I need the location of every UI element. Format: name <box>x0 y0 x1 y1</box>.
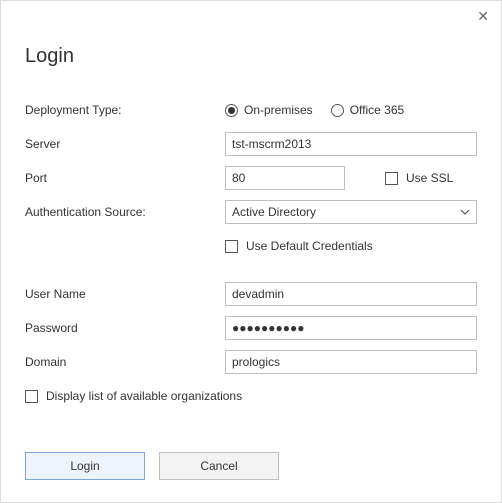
radio-icon <box>331 104 344 117</box>
cancel-button[interactable]: Cancel <box>159 452 279 480</box>
dialog-content: Login Deployment Type: On-premises Offic… <box>1 1 501 434</box>
label-port: Port <box>25 171 225 185</box>
radio-label: Office 365 <box>350 103 404 117</box>
checkbox-icon <box>25 390 38 403</box>
chevron-down-icon <box>460 209 470 215</box>
label-password: Password <box>25 321 225 335</box>
row-display-orgs: Display list of available organizations <box>25 384 477 408</box>
login-dialog: ✕ Login Deployment Type: On-premises Off… <box>0 0 502 503</box>
deployment-type-group: On-premises Office 365 <box>225 103 477 117</box>
label-user-name: User Name <box>25 287 225 301</box>
row-domain: Domain <box>25 350 477 374</box>
row-port: Port Use SSL <box>25 166 477 190</box>
row-auth-source: Authentication Source: Active Directory <box>25 200 477 224</box>
user-name-field[interactable] <box>225 282 477 306</box>
password-field[interactable] <box>225 316 477 340</box>
default-credentials-label: Use Default Credentials <box>246 239 373 253</box>
radio-icon <box>225 104 238 117</box>
auth-source-select[interactable]: Active Directory <box>225 200 477 224</box>
display-orgs-label: Display list of available organizations <box>46 389 242 403</box>
label-deployment-type: Deployment Type: <box>25 103 225 117</box>
row-default-creds: Use Default Credentials <box>25 234 477 258</box>
page-title: Login <box>25 45 477 68</box>
row-user-name: User Name <box>25 282 477 306</box>
label-auth-source: Authentication Source: <box>25 205 225 219</box>
radio-on-premises[interactable]: On-premises <box>225 103 313 117</box>
dialog-buttons: Login Cancel <box>25 452 279 480</box>
row-server: Server <box>25 132 477 156</box>
port-field[interactable] <box>225 166 345 190</box>
default-credentials-checkbox[interactable]: Use Default Credentials <box>225 239 373 253</box>
login-button[interactable]: Login <box>25 452 145 480</box>
display-orgs-checkbox[interactable]: Display list of available organizations <box>25 389 242 403</box>
domain-field[interactable] <box>225 350 477 374</box>
close-icon[interactable]: ✕ <box>477 9 489 23</box>
label-domain: Domain <box>25 355 225 369</box>
radio-label: On-premises <box>244 103 313 117</box>
radio-office-365[interactable]: Office 365 <box>331 103 404 117</box>
server-field[interactable] <box>225 132 477 156</box>
checkbox-icon <box>385 172 398 185</box>
use-ssl-checkbox[interactable] <box>385 172 398 185</box>
use-ssl-label: Use SSL <box>406 171 453 185</box>
row-password: Password <box>25 316 477 340</box>
row-deployment-type: Deployment Type: On-premises Office 365 <box>25 98 477 122</box>
label-server: Server <box>25 137 225 151</box>
checkbox-icon <box>225 240 238 253</box>
auth-source-value: Active Directory <box>232 205 316 219</box>
